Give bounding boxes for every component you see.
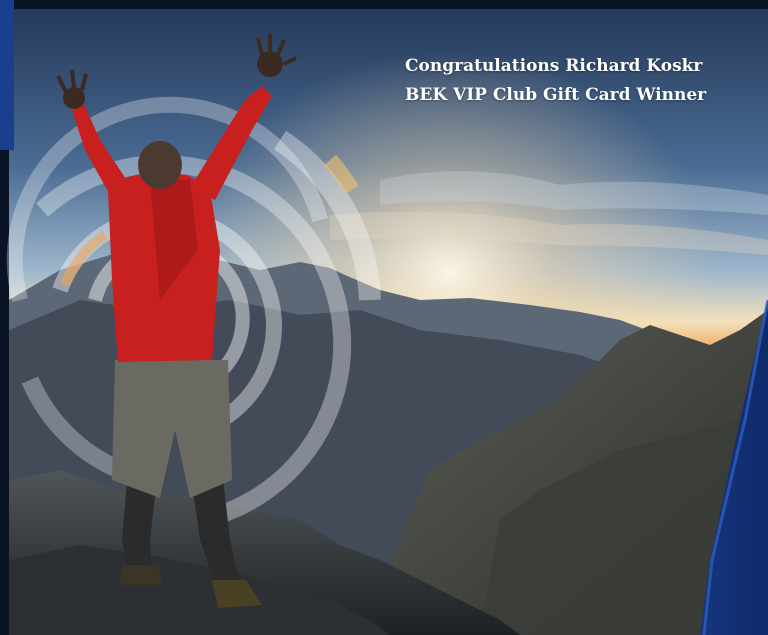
congratulations-line: Congratulations Richard Koskr <box>405 56 703 76</box>
gift-card-winner-line: BEK VIP Club Gift Card Winner <box>405 85 707 105</box>
gift-card-banner: Congratulations Richard Koskr BEK VIP Cl… <box>0 0 768 635</box>
winner-announcement: Congratulations Richard Koskr BEK VIP Cl… <box>405 52 706 110</box>
